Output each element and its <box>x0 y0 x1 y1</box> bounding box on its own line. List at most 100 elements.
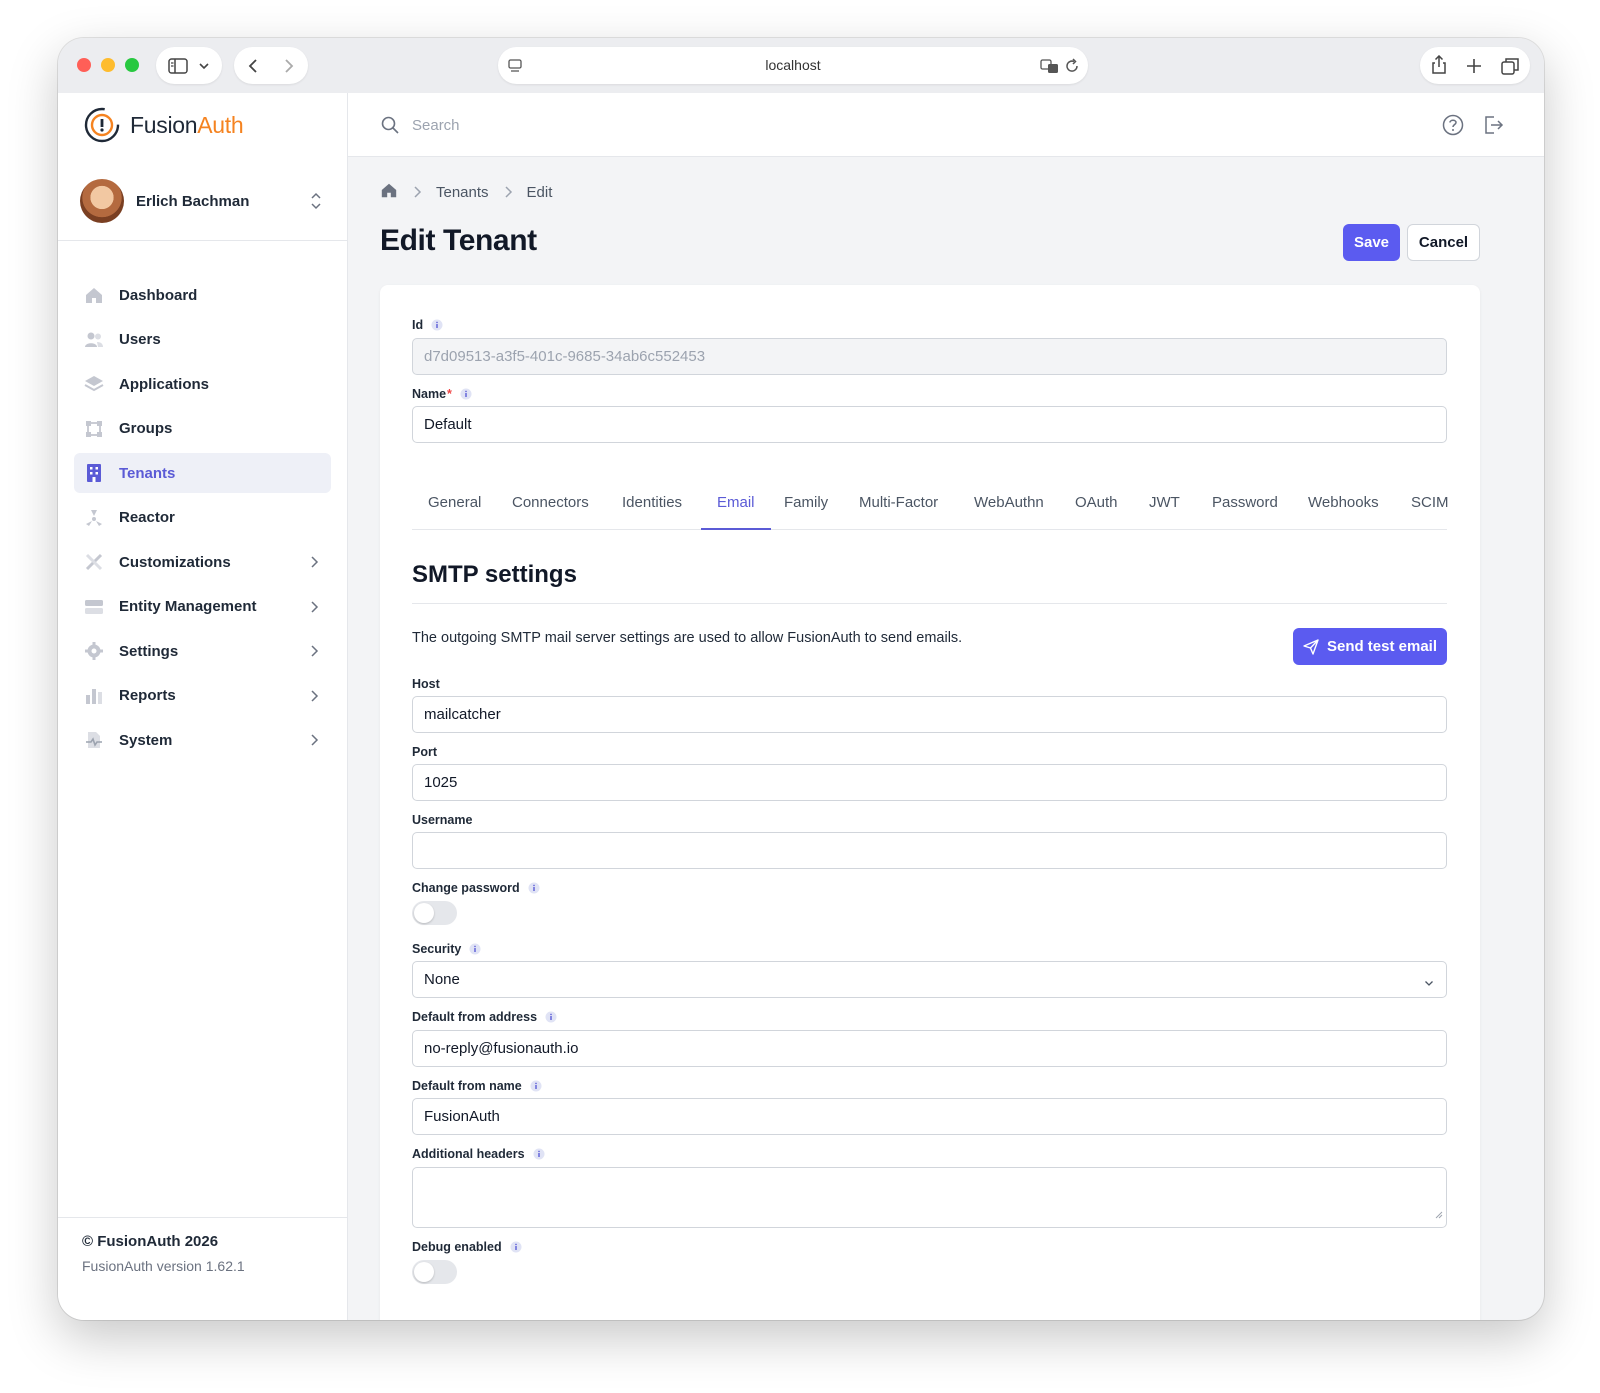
info-icon[interactable] <box>545 1011 557 1023</box>
sidebar-item-label: Settings <box>119 642 179 660</box>
chevron-right-icon <box>503 185 513 199</box>
tools-icon <box>84 552 104 572</box>
sidebar-item-dashboard[interactable]: Dashboard <box>74 275 331 315</box>
tab-family[interactable]: Family <box>784 478 828 530</box>
translate-icon[interactable] <box>1040 57 1058 75</box>
send-test-email-button[interactable]: Send test email <box>1293 628 1447 665</box>
system-icon <box>84 730 104 750</box>
tab-jwt[interactable]: JWT <box>1149 478 1180 530</box>
layers-icon <box>84 374 104 394</box>
fusionauth-logo[interactable]: FusionAuth <box>82 105 244 145</box>
sidebar-item-label: Customizations <box>119 553 231 571</box>
browser-window: localhost FusionAuth Erlich Bachman Dash… <box>58 38 1544 1320</box>
sidebar-item-tenants[interactable]: Tenants <box>74 453 331 493</box>
from-name-field[interactable]: FusionAuth <box>412 1098 1447 1135</box>
tab-webhooks[interactable]: Webhooks <box>1308 478 1379 530</box>
tab-multi-factor[interactable]: Multi-Factor <box>859 478 938 530</box>
sidebar-item-entity-management[interactable]: Entity Management <box>74 587 331 627</box>
breadcrumb-tenants[interactable]: Tenants <box>436 184 489 201</box>
tab-oauth[interactable]: OAuth <box>1075 478 1118 530</box>
tab-connectors[interactable]: Connectors <box>512 478 589 530</box>
close-window-button[interactable] <box>77 58 91 72</box>
logout-icon[interactable] <box>1482 114 1504 141</box>
info-icon[interactable] <box>469 943 481 955</box>
info-icon[interactable] <box>431 319 443 331</box>
tab-webauthn[interactable]: WebAuthn <box>974 478 1044 530</box>
home-icon <box>84 285 104 305</box>
bar-chart-icon <box>84 686 104 706</box>
reactor-icon <box>84 508 104 528</box>
sidebar-toggle-icon[interactable] <box>168 57 188 75</box>
tab-overview-icon[interactable] <box>1500 57 1519 75</box>
reload-icon[interactable] <box>1064 57 1082 75</box>
sidebar-item-settings[interactable]: Settings <box>74 631 331 671</box>
sidebar-item-label: Applications <box>119 375 210 393</box>
new-tab-icon[interactable] <box>1465 57 1483 75</box>
from-name-label: Default from name <box>412 1079 542 1093</box>
debug-enabled-toggle[interactable] <box>412 1260 457 1284</box>
port-label: Port <box>412 745 437 759</box>
back-icon[interactable] <box>245 57 263 75</box>
version-text: FusionAuth version 1.62.1 <box>82 1258 245 1274</box>
change-password-label: Change password <box>412 881 540 895</box>
history-nav-group <box>234 47 308 84</box>
tab-password[interactable]: Password <box>1212 478 1278 530</box>
share-icon[interactable] <box>1430 54 1448 74</box>
additional-headers-textarea[interactable] <box>412 1167 1447 1228</box>
tab-general[interactable]: General <box>428 478 481 530</box>
chevron-right-icon <box>412 185 422 199</box>
forward-icon[interactable] <box>279 57 297 75</box>
sidebar-item-users[interactable]: Users <box>74 320 331 360</box>
chevron-right-icon <box>309 644 319 663</box>
sidebar-footer-divider <box>58 1217 347 1218</box>
sidebar-item-groups[interactable]: Groups <box>74 409 331 449</box>
chevron-right-icon <box>309 600 319 619</box>
home-icon[interactable] <box>380 181 398 203</box>
browser-toolbar: localhost <box>58 38 1544 93</box>
toggle-knob <box>414 1262 434 1282</box>
host-field[interactable]: mailcatcher <box>412 696 1447 733</box>
sidebar-item-system[interactable]: System <box>74 720 331 760</box>
tab-identities[interactable]: Identities <box>622 478 682 530</box>
address-bar[interactable]: localhost <box>498 47 1088 84</box>
sidebar-item-label: Users <box>119 331 161 348</box>
port-field[interactable]: 1025 <box>412 764 1447 801</box>
group-icon <box>84 419 104 439</box>
change-password-toggle[interactable] <box>412 901 457 925</box>
fusionauth-logo-icon <box>84 107 120 143</box>
sidebar-item-reactor[interactable]: Reactor <box>74 498 331 538</box>
sidebar-item-reports[interactable]: Reports <box>74 676 331 716</box>
minimize-window-button[interactable] <box>101 58 115 72</box>
user-menu[interactable]: Erlich Bachman <box>80 178 330 224</box>
info-icon[interactable] <box>510 1241 522 1253</box>
sidebar-item-applications[interactable]: Applications <box>74 364 331 404</box>
security-select[interactable]: None <box>412 961 1447 998</box>
sidebar-item-label: Entity Management <box>119 598 257 615</box>
info-icon[interactable] <box>460 388 472 400</box>
section-divider <box>412 603 1447 604</box>
sidebar-item-customizations[interactable]: Customizations <box>74 542 331 582</box>
save-button[interactable]: Save <box>1343 224 1400 261</box>
chevron-down-icon[interactable] <box>198 57 216 75</box>
security-label: Security <box>412 942 481 956</box>
tab-scim[interactable]: SCIM <box>1411 478 1449 530</box>
help-icon[interactable] <box>1442 114 1464 141</box>
edit-tenant-form: Id d7d09513-a3f5-401c-9685-34ab6c552453 … <box>380 285 1480 1320</box>
info-icon[interactable] <box>530 1080 542 1092</box>
id-field[interactable]: d7d09513-a3f5-401c-9685-34ab6c552453 <box>412 338 1447 375</box>
sidebar-item-label: System <box>119 731 173 749</box>
username-field[interactable] <box>412 832 1447 869</box>
from-address-field[interactable]: no-reply@fusionauth.io <box>412 1030 1447 1067</box>
server-icon <box>84 597 104 617</box>
info-icon[interactable] <box>533 1148 545 1160</box>
tab-email[interactable]: Email <box>701 478 771 530</box>
smtp-description: The outgoing SMTP mail server settings a… <box>412 630 963 646</box>
name-field[interactable]: Default <box>412 406 1447 443</box>
zoom-window-button[interactable] <box>125 58 139 72</box>
info-icon[interactable] <box>528 882 540 894</box>
tenant-tabs: General Connectors Identities Email Fami… <box>412 478 1449 530</box>
user-name: Erlich Bachman <box>136 192 250 210</box>
cancel-button[interactable]: Cancel <box>1407 224 1480 261</box>
resize-handle-icon[interactable] <box>1435 1206 1443 1224</box>
search-input[interactable] <box>412 111 812 139</box>
